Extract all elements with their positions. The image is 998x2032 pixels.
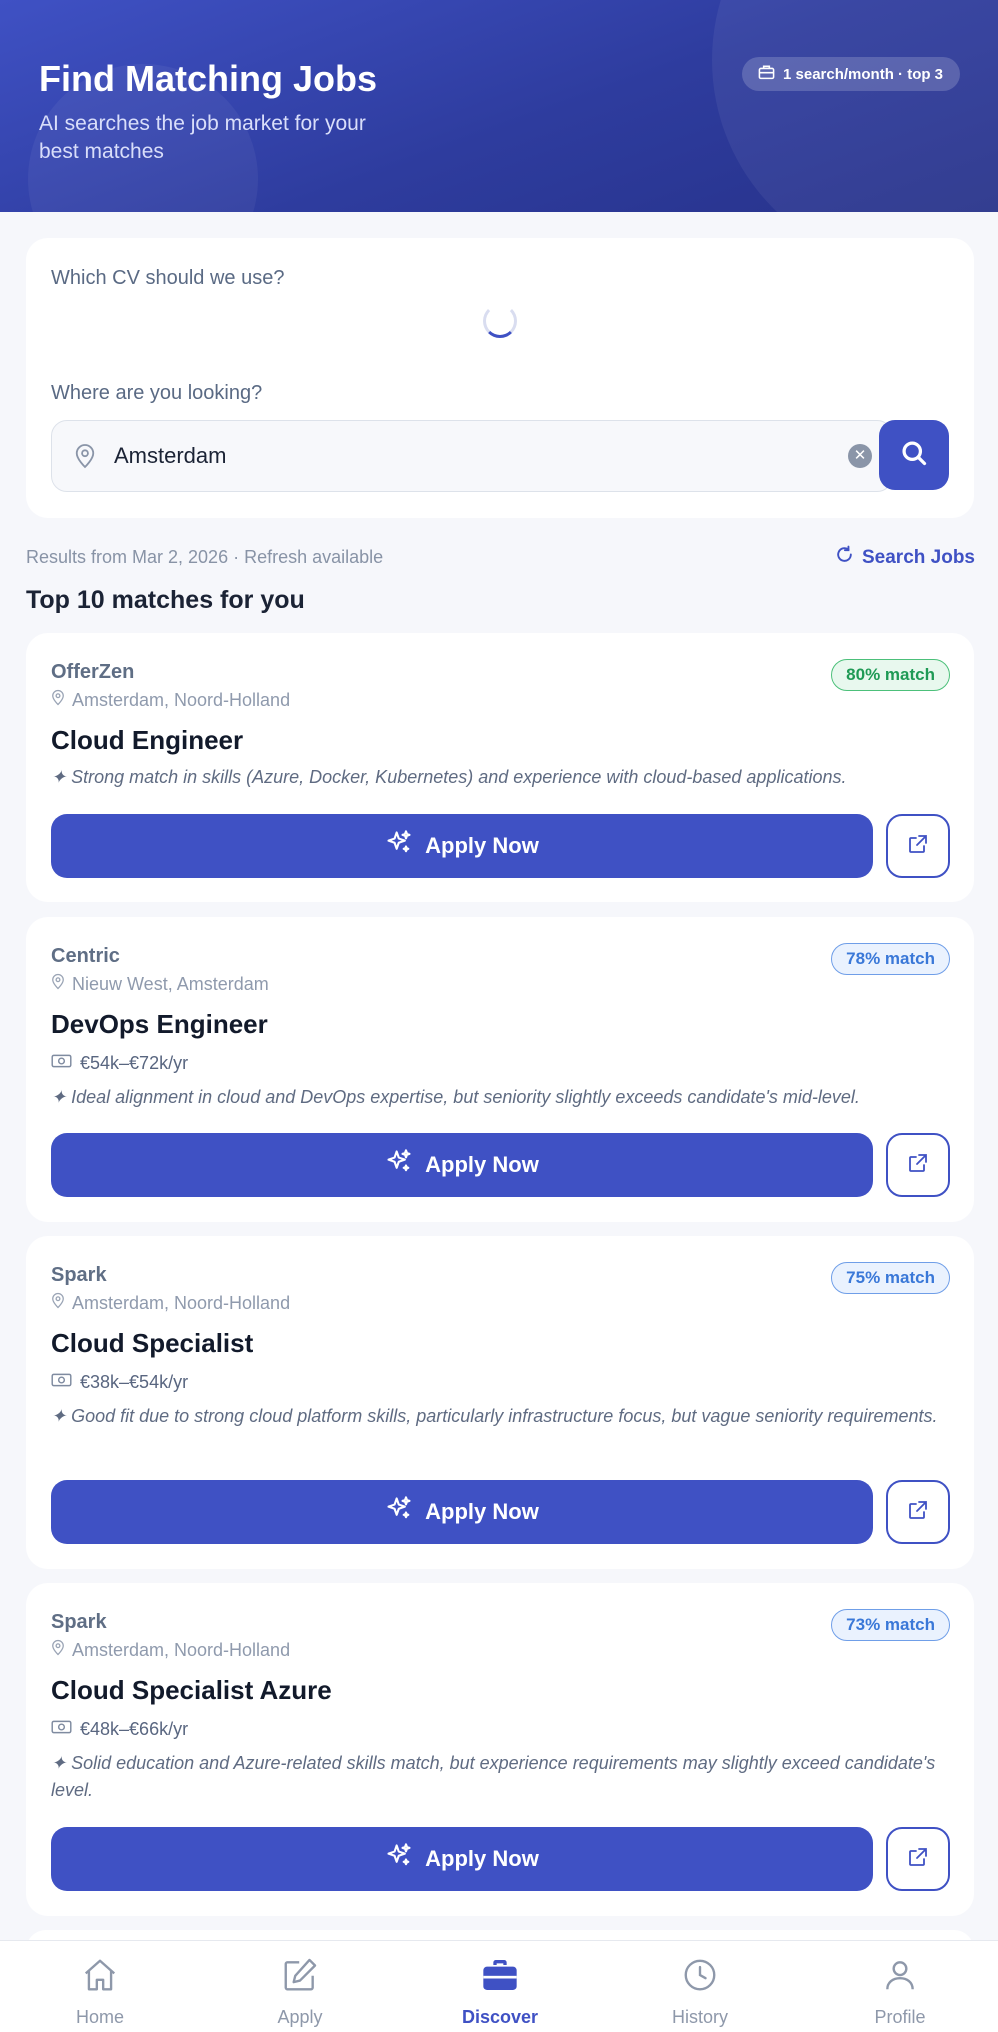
job-title: DevOps Engineer (51, 1009, 268, 1039)
match-reason: ✦ Ideal alignment in cloud and DevOps ex… (51, 1087, 860, 1107)
briefcase-icon (480, 1955, 520, 1995)
nav-item-history[interactable]: History (600, 1941, 800, 2032)
money-icon (51, 1719, 72, 1740)
company-name: Spark (51, 1611, 107, 1633)
external-link-icon (906, 1151, 930, 1180)
match-reason: ✦ Good fit due to strong cloud platform … (51, 1406, 938, 1426)
search-button[interactable] (879, 420, 949, 490)
external-link-icon (906, 1845, 930, 1874)
nav-item-discover[interactable]: Discover (400, 1941, 600, 2032)
header-decoration-circle (712, 0, 998, 212)
location-input[interactable] (114, 433, 794, 479)
map-pin-icon (51, 1292, 65, 1314)
job-card[interactable]: Centric Nieuw West, Amsterdam 78% match … (26, 917, 974, 1222)
match-badge: 75% match (831, 1262, 950, 1294)
company-name: Centric (51, 945, 120, 967)
job-title: Cloud Specialist (51, 1328, 254, 1358)
clock-icon (680, 1955, 720, 1995)
user-icon (880, 1955, 920, 1995)
money-icon (51, 1372, 72, 1393)
location-text: Amsterdam, Noord-Holland (72, 689, 291, 710)
map-pin-icon (51, 689, 65, 711)
match-badge: 80% match (831, 659, 950, 691)
edit-icon (280, 1955, 320, 1995)
page-header: Find Matching Jobs AI searches the job m… (0, 0, 998, 212)
quota-badge: 1 search/month · top 3 (742, 57, 961, 91)
job-salary: €48k–€66k/yr (51, 1719, 188, 1740)
job-title: Cloud Specialist Azure (51, 1675, 332, 1705)
nav-item-home[interactable]: Home (0, 1941, 200, 2032)
match-badge: 73% match (831, 1609, 950, 1641)
nav-label: Apply (277, 2007, 323, 2027)
job-card[interactable]: OfferZen Amsterdam, Noord-Holland 80% ma… (26, 633, 974, 902)
company-name: Spark (51, 1264, 107, 1286)
job-location: Amsterdam, Noord-Holland (51, 1639, 290, 1661)
external-link-icon (906, 832, 930, 861)
location-text: Amsterdam, Noord-Holland (72, 1292, 291, 1313)
nav-label: Home (75, 2007, 124, 2027)
job-card[interactable]: Spark Amsterdam, Noord-Holland 73% match… (26, 1583, 974, 1916)
open-external-button[interactable] (886, 1133, 950, 1197)
nav-label: Discover (461, 2007, 539, 2027)
job-location: Amsterdam, Noord-Holland (51, 1292, 290, 1314)
job-title: Cloud Engineer (51, 725, 244, 755)
nav-label: Profile (874, 2007, 926, 2027)
search-icon (900, 439, 928, 472)
briefcase-icon (758, 64, 775, 84)
salary-text: €38k–€54k/yr (80, 1372, 189, 1392)
map-pin-icon (51, 1639, 65, 1661)
open-external-button[interactable] (886, 1480, 950, 1544)
search-jobs-label: Search Jobs (862, 546, 975, 568)
job-salary: €54k–€72k/yr (51, 1053, 188, 1074)
match-reason: ✦ Solid education and Azure-related skil… (51, 1753, 936, 1800)
open-external-button[interactable] (886, 814, 950, 878)
home-icon (80, 1955, 120, 1995)
job-salary: €38k–€54k/yr (51, 1372, 188, 1393)
results-heading: Top 10 matches for you (26, 586, 305, 614)
cv-label: Which CV should we use? (51, 267, 285, 289)
apply-now-label: Apply Now (425, 1846, 539, 1871)
match-badge: 78% match (831, 943, 950, 975)
refresh-icon (835, 545, 854, 570)
external-link-icon (906, 1498, 930, 1527)
apply-now-label: Apply Now (425, 1499, 539, 1524)
location-label: Where are you looking? (51, 382, 263, 404)
search-jobs-button[interactable]: Search Jobs (835, 545, 975, 570)
salary-text: €54k–€72k/yr (80, 1053, 189, 1073)
nav-item-profile[interactable]: Profile (800, 1941, 998, 2032)
job-location: Nieuw West, Amsterdam (51, 973, 269, 995)
money-icon (51, 1053, 72, 1074)
apply-now-label: Apply Now (425, 1152, 539, 1177)
sparkles-icon (385, 829, 413, 863)
page-subtitle: AI searches the job market for your best… (39, 112, 366, 163)
location-field[interactable]: ✕ (51, 420, 893, 492)
apply-now-button[interactable]: Apply Now (51, 1827, 873, 1891)
bottom-navigation: Home Apply Discover History Profile (0, 1940, 998, 2032)
job-card[interactable]: Spark Amsterdam, Noord-Holland 75% match… (26, 1236, 974, 1569)
salary-text: €48k–€66k/yr (80, 1719, 189, 1739)
loading-spinner (483, 304, 517, 338)
nav-item-apply[interactable]: Apply (200, 1941, 400, 2032)
map-pin-icon (74, 443, 96, 474)
location-text: Amsterdam, Noord-Holland (72, 1639, 291, 1660)
company-name: OfferZen (51, 661, 135, 683)
page-title: Find Matching Jobs (39, 58, 377, 99)
map-pin-icon (51, 973, 65, 995)
job-location: Amsterdam, Noord-Holland (51, 689, 290, 711)
sparkles-icon (385, 1842, 413, 1876)
apply-now-button[interactable]: Apply Now (51, 1480, 873, 1544)
search-card: Which CV should we use? Where are you lo… (26, 238, 974, 518)
location-text: Nieuw West, Amsterdam (72, 973, 269, 994)
quota-text: 1 search/month · top 3 (783, 65, 944, 83)
results-meta: Results from Mar 2, 2026 · Refresh avail… (26, 547, 384, 567)
sparkles-icon (385, 1148, 413, 1182)
clear-icon[interactable]: ✕ (848, 444, 872, 468)
apply-now-button[interactable]: Apply Now (51, 814, 873, 878)
match-reason: ✦ Strong match in skills (Azure, Docker,… (51, 767, 847, 787)
apply-now-button[interactable]: Apply Now (51, 1133, 873, 1197)
open-external-button[interactable] (886, 1827, 950, 1891)
sparkles-icon (385, 1495, 413, 1529)
apply-now-label: Apply Now (425, 833, 539, 858)
nav-label: History (671, 2007, 728, 2027)
